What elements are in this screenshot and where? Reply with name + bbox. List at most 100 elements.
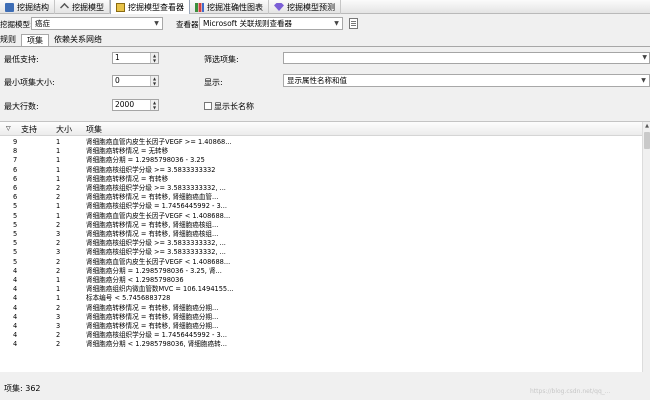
chevron-down-icon[interactable]: ▼ [151,18,162,29]
vertical-scrollbar[interactable]: ▲ [642,122,650,372]
table-row[interactable]: 6 2 肾细胞癌转移情况 = 有转移, 肾细胞癌血管... [0,193,642,202]
support-cell: 9 [13,138,18,146]
display-select-value: 显示属性名称和值 [287,76,347,85]
support-cell: 4 [13,294,18,303]
table-row[interactable]: 6 1 肾细胞癌转移情况 = 有转移 [0,175,642,184]
support-cell: 4 [13,312,18,321]
table-row[interactable]: 5 2 肾细胞癌核组织学分级 >= 3.5833333332, ... [0,239,642,248]
min-support-label: 最低支持: [4,55,39,64]
support-cell: 4 [13,276,18,284]
show-long-name-checkbox[interactable] [204,102,212,110]
min-itemset-size-value: 0 [115,76,120,85]
viewer-label: 查看器: [176,20,202,29]
table-row[interactable]: 5 3 肾细胞癌核组织学分级 >= 3.5833333332, ... [0,248,642,257]
chevron-down-icon[interactable]: ▼ [331,18,342,29]
model-select-value: 癌症 [35,19,50,28]
grid-header: ▽ 支持 大小 项集 [0,122,642,136]
table-row[interactable]: 4 3 肾细胞癌转移情况 = 有转移, 肾细胞癌分期... [0,313,642,322]
support-cell: 6 [13,193,18,202]
tab-label: 挖掘结构 [17,2,49,12]
table-row[interactable]: 4 2 肾细胞癌分期 < 1.2985798036, 肾细胞癌转... [0,340,642,349]
itemset-cell: 肾细胞癌转移情况 = 有转移, 肾细胞癌核组... [86,230,219,238]
size-cell: 2 [56,257,61,266]
table-row[interactable]: 4 3 肾细胞癌转移情况 = 有转移, 肾细胞癌分期... [0,322,642,331]
column-header-itemset[interactable]: 项集 [86,124,102,135]
max-rows-label: 最大行数: [4,102,39,111]
table-row[interactable]: 4 1 肾细胞癌组织内微血管数MVC = 106.1494155... [0,285,642,294]
table-row[interactable]: 5 1 肾细胞癌血管内皮生长因子VEGF < 1.408688... [0,212,642,221]
table-row[interactable]: 4 1 标本编号 < 5.7456883728 [0,294,642,303]
max-rows-value: 2000 [115,100,135,109]
size-cell: 1 [56,211,61,220]
chevron-down-icon[interactable]: ▼ [638,75,649,86]
support-cell: 8 [13,147,18,156]
size-cell: 3 [56,312,61,321]
tab-accuracy-chart[interactable]: 挖掘准确性图表 [190,0,269,14]
display-select[interactable]: 显示属性名称和值 ▼ [283,74,650,87]
size-cell: 1 [56,202,61,211]
size-cell: 1 [56,174,61,183]
tab-model-viewer[interactable]: 挖掘模型查看器 [110,0,190,14]
itemset-cell: 肾细胞癌转移情况 = 有转移, 肾细胞癌核组... [86,220,219,229]
support-cell: 6 [13,165,18,174]
support-cell: 4 [13,340,18,349]
min-itemset-size-label: 最小项集大小: [4,78,55,87]
itemset-cell: 肾细胞癌转移情况 = 有转移, 肾细胞癌分期... [86,322,219,330]
filter-itemsets-input[interactable]: ▼ [283,52,650,64]
itemset-cell: 肾细胞癌核组织学分级 >= 3.5833333332 [86,165,216,174]
document-icon[interactable] [349,18,358,29]
display-label: 显示: [204,78,223,87]
table-row[interactable]: 9 1 肾细胞癌血管内皮生长因子VEGF >= 1.40868... [0,138,642,147]
scroll-up-icon[interactable]: ▲ [644,123,650,129]
filter-itemsets-label: 筛选项集: [204,55,239,64]
spinner-arrows-icon[interactable]: ▲ ▼ [150,76,158,86]
chevron-down-icon[interactable]: ▼ [642,53,647,63]
spinner-arrows-icon[interactable]: ▲ ▼ [150,100,158,110]
table-row[interactable]: 6 1 肾细胞癌核组织学分级 >= 3.5833333332 [0,166,642,175]
tab-model-prediction[interactable]: 挖掘模型预测 [269,0,341,14]
viewer-select-value: Microsoft 关联规则查看器 [203,19,293,28]
watermark: https://blog.csdn.net/qq_... [530,388,611,395]
spinner-arrows-icon[interactable]: ▲ ▼ [150,53,158,63]
support-cell: 6 [13,174,18,183]
divider [0,46,650,47]
viewer-select[interactable]: Microsoft 关联规则查看器 ▼ [199,17,343,30]
itemset-cell: 肾细胞癌血管内皮生长因子VEGF >= 1.40868... [86,138,232,146]
support-cell: 5 [13,220,18,229]
itemset-cell: 肾细胞癌转移情况 = 无转移 [86,147,169,156]
table-row[interactable]: 4 2 肾细胞癌分期 = 1.2985798036 - 3.25, 肾... [0,267,642,276]
support-cell: 4 [13,331,18,340]
tab-label: 挖掘模型预测 [287,2,335,12]
support-cell: 5 [13,248,18,257]
min-support-input[interactable]: 1 ▲ ▼ [112,52,159,64]
column-header-size[interactable]: 大小 [56,124,72,135]
max-rows-input[interactable]: 2000 ▲ ▼ [112,99,159,111]
table-row[interactable]: 5 2 肾细胞癌转移情况 = 有转移, 肾细胞癌核组... [0,221,642,230]
size-cell: 2 [56,331,61,340]
table-row[interactable]: 8 1 肾细胞癌转移情况 = 无转移 [0,147,642,156]
itemset-cell: 标本编号 < 5.7456883728 [86,294,171,303]
table-row[interactable]: 5 3 肾细胞癌转移情况 = 有转移, 肾细胞癌核组... [0,230,642,239]
size-cell: 3 [56,322,61,330]
tab-label: 挖掘准确性图表 [207,2,263,12]
tab-mining-model[interactable]: 挖掘模型 [55,0,110,14]
table-row[interactable]: 4 2 肾细胞癌核组织学分级 = 1.7456445992 - 3... [0,331,642,340]
table-row[interactable]: 5 2 肾细胞癌血管内皮生长因子VEGF < 1.408688... [0,258,642,267]
column-header-support[interactable]: 支持 [21,124,37,135]
model-select[interactable]: 癌症 ▼ [31,17,163,30]
tab-label: 挖掘模型 [72,2,104,12]
filter-funnel-icon[interactable]: ▽ [6,125,11,132]
size-cell: 2 [56,303,61,312]
tab-mining-structure[interactable]: 挖掘结构 [0,0,55,14]
support-cell: 4 [13,266,18,275]
min-itemset-size-input[interactable]: 0 ▲ ▼ [112,75,159,87]
support-cell: 4 [13,322,18,330]
table-row[interactable]: 5 1 肾细胞癌核组织学分级 = 1.7456445992 - 3... [0,202,642,211]
table-row[interactable]: 7 1 肾细胞癌分期 = 1.2985798036 - 3.25 [0,156,642,165]
table-row[interactable]: 6 2 肾细胞癌核组织学分级 >= 3.5833333332, ... [0,184,642,193]
table-row[interactable]: 4 1 肾细胞癌分期 < 1.2985798036 [0,276,642,285]
scrollbar-thumb[interactable] [644,132,650,149]
table-row[interactable]: 4 2 肾细胞癌转移情况 = 有转移, 肾细胞癌分期... [0,304,642,313]
itemset-cell: 肾细胞癌转移情况 = 有转移, 肾细胞癌分期... [86,312,219,321]
itemset-cell: 肾细胞癌核组织学分级 >= 3.5833333332, ... [86,239,226,248]
